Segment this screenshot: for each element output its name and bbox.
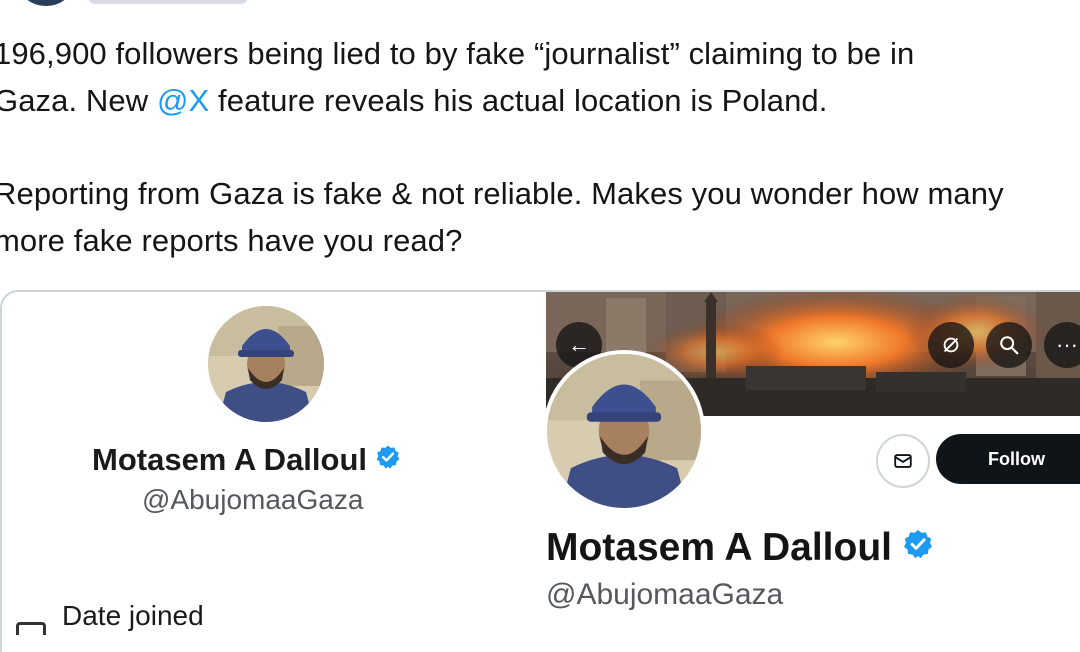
verified-badge-icon <box>902 526 934 570</box>
tweet-line-4: more fake reports have you read? <box>0 223 463 258</box>
tweet-text: 196,900 followers being lied to by fake … <box>0 30 1080 264</box>
tweet-line-2-end: feature reveals his actual location is P… <box>209 83 828 118</box>
tweet-line-2: Gaza. New @X feature reveals his actual … <box>0 77 1080 124</box>
follow-button[interactable]: Follow <box>936 434 1080 484</box>
profile-name-left: Motasem A Dalloul <box>92 442 401 478</box>
search-icon <box>1000 336 1019 355</box>
author-avatar[interactable] <box>20 0 72 6</box>
message-button[interactable] <box>876 434 930 488</box>
bell-off-icon <box>943 337 959 353</box>
profile-handle-left: @AbujomaaGaza <box>142 484 364 515</box>
calendar-icon <box>16 622 46 635</box>
tweet-line-3: Reporting from Gaza is fake & not reliab… <box>0 176 1004 211</box>
tweet-line-2-start: Gaza. New <box>0 83 157 118</box>
profile-name-right-text: Motasem A Dalloul <box>546 526 892 569</box>
search-button[interactable] <box>986 322 1032 368</box>
arrow-left-icon: ← <box>568 332 590 357</box>
author-name-partial <box>88 0 248 4</box>
profile-name-right: Motasem A Dalloul <box>546 526 934 570</box>
profile-name-left-text: Motasem A Dalloul <box>92 442 368 477</box>
notifications-button[interactable] <box>928 322 974 368</box>
tweet-line-1: 196,900 followers being lied to by fake … <box>0 36 915 71</box>
mail-icon <box>894 454 912 468</box>
date-joined-label: Date joined <box>62 600 204 631</box>
embedded-image-card[interactable]: Motasem A Dalloul @AbujomaaGaza Date joi… <box>0 290 1080 652</box>
more-icon: ··· <box>1056 332 1078 357</box>
profile-avatar-right[interactable] <box>543 350 705 512</box>
mention-link[interactable]: @X <box>157 83 209 118</box>
verified-badge-icon <box>375 442 401 478</box>
profile-avatar-left[interactable] <box>208 306 324 422</box>
profile-handle-right: @AbujomaaGaza <box>546 578 784 611</box>
